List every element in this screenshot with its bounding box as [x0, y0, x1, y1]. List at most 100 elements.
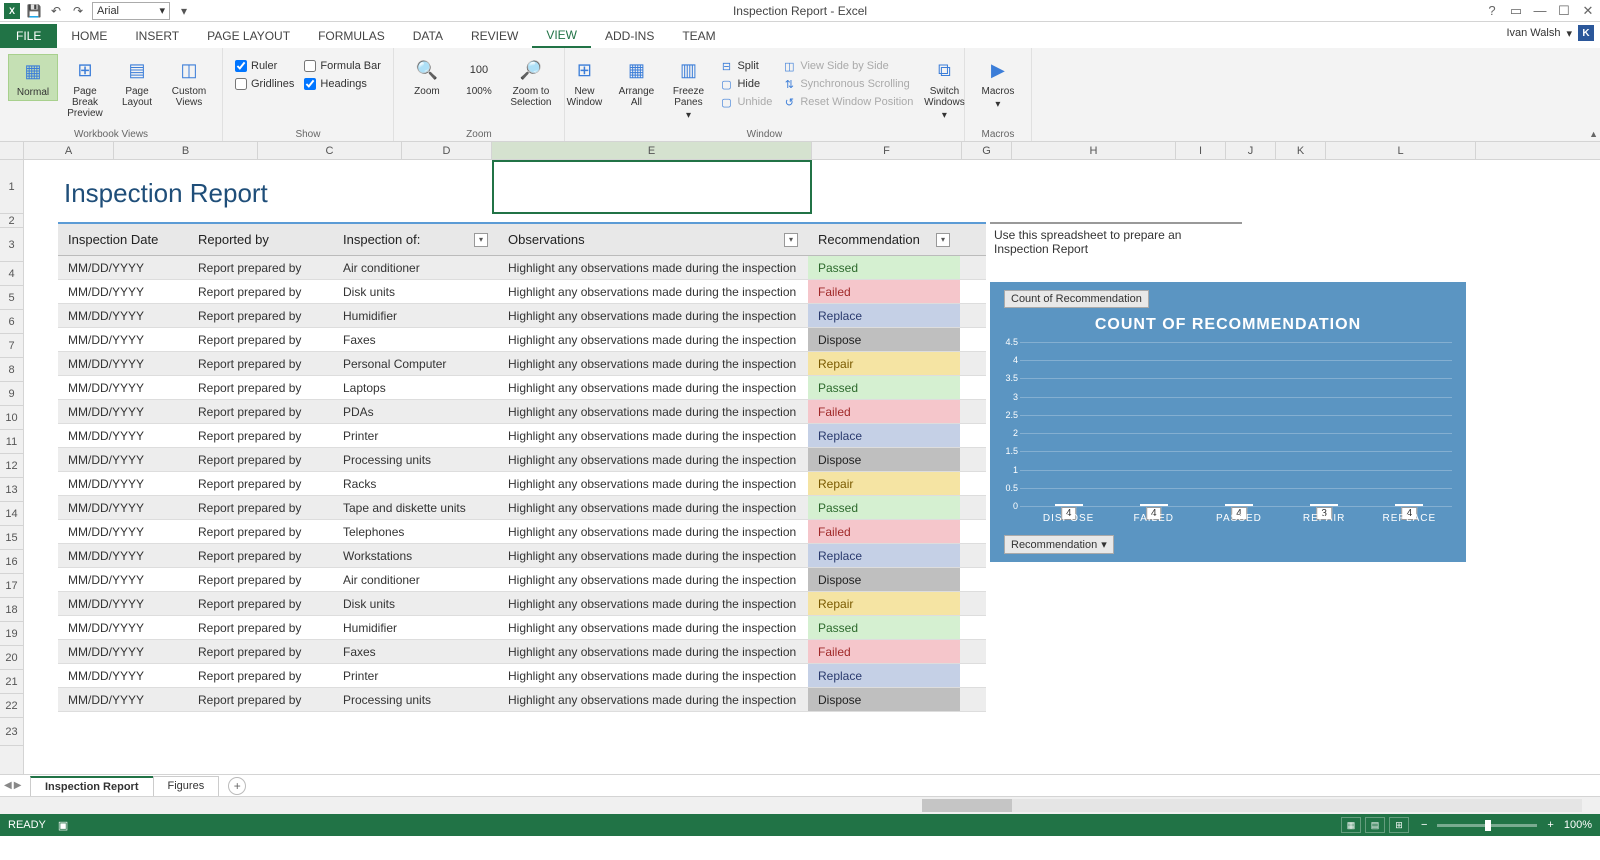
col-header-K[interactable]: K	[1276, 142, 1326, 159]
ruler-checkbox[interactable]: Ruler	[235, 60, 294, 72]
user-area[interactable]: Ivan Walsh▾ K	[1506, 25, 1594, 41]
row-header-23[interactable]: 23	[0, 718, 23, 746]
formula-bar-checkbox[interactable]: Formula Bar	[304, 60, 381, 72]
table-row[interactable]: MM/DD/YYYYReport prepared byWorkstations…	[58, 544, 986, 568]
page-break-button[interactable]: ⊞Page Break Preview	[60, 54, 110, 121]
file-tab[interactable]: FILE	[0, 24, 57, 48]
table-row[interactable]: MM/DD/YYYYReport prepared byPDAsHighligh…	[58, 400, 986, 424]
save-icon[interactable]: 💾	[26, 3, 42, 19]
ribbon-options-icon[interactable]: ▭	[1508, 3, 1524, 19]
tab-insert[interactable]: INSERT	[121, 24, 193, 48]
table-row[interactable]: MM/DD/YYYYReport prepared byHumidifierHi…	[58, 616, 986, 640]
row-header-1[interactable]: 1	[0, 160, 23, 214]
col-header-B[interactable]: B	[114, 142, 258, 159]
row-header-19[interactable]: 19	[0, 622, 23, 646]
tab-page-layout[interactable]: PAGE LAYOUT	[193, 24, 304, 48]
macros-button[interactable]: ▶Macros▾	[973, 54, 1023, 112]
row-header-9[interactable]: 9	[0, 382, 23, 406]
zoom-selection-button[interactable]: 🔎Zoom to Selection	[506, 54, 556, 110]
zoom-100-button[interactable]: 100100%	[454, 54, 504, 99]
gridlines-checkbox[interactable]: Gridlines	[235, 78, 294, 90]
reset-position-button[interactable]: ↺Reset Window Position	[780, 94, 915, 110]
table-row[interactable]: MM/DD/YYYYReport prepared byPrinterHighl…	[58, 424, 986, 448]
zoom-out-icon[interactable]: −	[1421, 819, 1427, 831]
redo-icon[interactable]: ↷	[70, 3, 86, 19]
table-row[interactable]: MM/DD/YYYYReport prepared byFaxesHighlig…	[58, 328, 986, 352]
undo-icon[interactable]: ↶	[48, 3, 64, 19]
chart-legend-button[interactable]: Recommendation▾	[1004, 535, 1114, 554]
col-header-J[interactable]: J	[1226, 142, 1276, 159]
row-header-17[interactable]: 17	[0, 574, 23, 598]
row-headers[interactable]: 1234567891011121314151617181920212223	[0, 160, 24, 774]
table-row[interactable]: MM/DD/YYYYReport prepared byProcessing u…	[58, 448, 986, 472]
headings-checkbox[interactable]: Headings	[304, 78, 381, 90]
row-header-13[interactable]: 13	[0, 478, 23, 502]
page-break-view-icon[interactable]: ⊞	[1389, 817, 1409, 833]
table-row[interactable]: MM/DD/YYYYReport prepared byPersonal Com…	[58, 352, 986, 376]
hide-button[interactable]: ▢Hide	[717, 76, 774, 92]
col-header-D[interactable]: D	[402, 142, 492, 159]
qat-customize-icon[interactable]: ▾	[176, 3, 192, 19]
collapse-ribbon-icon[interactable]: ▲	[1589, 129, 1598, 139]
font-selector[interactable]: Arial▾	[92, 2, 170, 20]
tab-data[interactable]: DATA	[399, 24, 457, 48]
freeze-panes-button[interactable]: ▥Freeze Panes▾	[663, 54, 713, 123]
filter-button[interactable]: ▾	[936, 233, 950, 247]
row-header-20[interactable]: 20	[0, 646, 23, 670]
table-row[interactable]: MM/DD/YYYYReport prepared byAir conditio…	[58, 568, 986, 592]
col-header-L[interactable]: L	[1326, 142, 1476, 159]
unhide-button[interactable]: ▢Unhide	[717, 94, 774, 110]
col-header-H[interactable]: H	[1012, 142, 1176, 159]
switch-windows-button[interactable]: ⧉Switch Windows▾	[919, 54, 969, 123]
recommendation-chart[interactable]: Count of Recommendation COUNT OF RECOMME…	[990, 282, 1466, 562]
table-row[interactable]: MM/DD/YYYYReport prepared byProcessing u…	[58, 688, 986, 712]
new-window-button[interactable]: ⊞New Window	[559, 54, 609, 110]
row-header-16[interactable]: 16	[0, 550, 23, 574]
row-header-21[interactable]: 21	[0, 670, 23, 694]
col-header-I[interactable]: I	[1176, 142, 1226, 159]
row-header-2[interactable]: 2	[0, 214, 23, 228]
table-row[interactable]: MM/DD/YYYYReport prepared byDisk unitsHi…	[58, 592, 986, 616]
table-row[interactable]: MM/DD/YYYYReport prepared byHumidifierHi…	[58, 304, 986, 328]
side-by-side-button[interactable]: ◫View Side by Side	[780, 58, 915, 74]
table-row[interactable]: MM/DD/YYYYReport prepared byRacksHighlig…	[58, 472, 986, 496]
normal-view-button[interactable]: ▦Normal	[8, 54, 58, 101]
table-row[interactable]: MM/DD/YYYYReport prepared byTape and dis…	[58, 496, 986, 520]
zoom-button[interactable]: 🔍Zoom	[402, 54, 452, 99]
filter-button[interactable]: ▾	[784, 233, 798, 247]
sync-scroll-button[interactable]: ⇅Synchronous Scrolling	[780, 76, 915, 92]
sheet-tab[interactable]: Inspection Report	[30, 776, 154, 796]
zoom-in-icon[interactable]: +	[1547, 819, 1553, 831]
tab-home[interactable]: HOME	[57, 24, 121, 48]
row-header-10[interactable]: 10	[0, 406, 23, 430]
split-button[interactable]: ⊟Split	[717, 58, 774, 74]
table-row[interactable]: MM/DD/YYYYReport prepared byFaxesHighlig…	[58, 640, 986, 664]
row-header-5[interactable]: 5	[0, 286, 23, 310]
tab-view[interactable]: VIEW	[532, 24, 591, 48]
page-layout-view-icon[interactable]: ▤	[1365, 817, 1385, 833]
custom-views-button[interactable]: ◫Custom Views	[164, 54, 214, 110]
tab-review[interactable]: REVIEW	[457, 24, 532, 48]
col-header-A[interactable]: A	[24, 142, 114, 159]
minimize-icon[interactable]: —	[1532, 3, 1548, 19]
row-header-18[interactable]: 18	[0, 598, 23, 622]
filter-button[interactable]: ▾	[474, 233, 488, 247]
col-header-E[interactable]: E	[492, 142, 812, 159]
tab-add-ins[interactable]: ADD-INS	[591, 24, 668, 48]
table-row[interactable]: MM/DD/YYYYReport prepared byLaptopsHighl…	[58, 376, 986, 400]
page-layout-button[interactable]: ▤Page Layout	[112, 54, 162, 110]
row-header-3[interactable]: 3	[0, 228, 23, 262]
zoom-slider[interactable]	[1437, 824, 1537, 827]
chart-field-button[interactable]: Count of Recommendation	[1004, 290, 1149, 308]
table-row[interactable]: MM/DD/YYYYReport prepared byTelephonesHi…	[58, 520, 986, 544]
row-header-4[interactable]: 4	[0, 262, 23, 286]
row-header-8[interactable]: 8	[0, 358, 23, 382]
help-icon[interactable]: ?	[1484, 3, 1500, 19]
zoom-level[interactable]: 100%	[1564, 819, 1592, 831]
tab-formulas[interactable]: FORMULAS	[304, 24, 399, 48]
close-icon[interactable]: ✕	[1580, 3, 1596, 19]
col-header-G[interactable]: G	[962, 142, 1012, 159]
tab-team[interactable]: TEAM	[668, 24, 729, 48]
col-header-C[interactable]: C	[258, 142, 402, 159]
arrange-all-button[interactable]: ▦Arrange All	[611, 54, 661, 110]
